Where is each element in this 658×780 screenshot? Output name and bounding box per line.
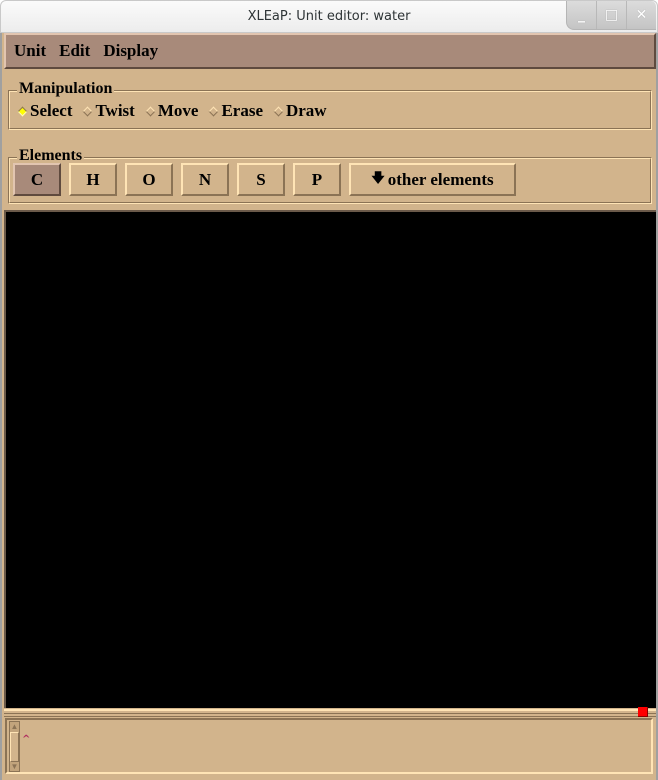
window-title: XLEaP: Unit editor: water	[247, 9, 411, 24]
radio-diamond-icon	[208, 106, 219, 116]
maximize-button[interactable]: □	[597, 1, 627, 29]
window-controls: _ □ ✕	[566, 1, 656, 30]
close-button[interactable]: ✕	[627, 1, 656, 29]
scroll-up-icon[interactable]: ▲	[10, 722, 19, 731]
radio-label: Draw	[285, 101, 327, 120]
menu-unit[interactable]: Unit	[14, 41, 46, 61]
scroll-thumb[interactable]	[10, 732, 19, 762]
molecule-canvas[interactable]	[4, 210, 656, 708]
radio-diamond-icon	[17, 106, 28, 116]
other-elements-label: other elements	[387, 169, 494, 189]
element-button-c[interactable]: C	[13, 163, 61, 196]
log-scrollbar[interactable]: ▲ ▼	[9, 721, 20, 772]
radio-diamond-icon	[273, 106, 284, 116]
unit-editor-window: Unit Edit Display Manipulation Select Tw…	[0, 33, 658, 780]
element-buttons: C H O N S P 🡇 other elements	[13, 163, 524, 196]
elements-group: Elements C H O N S P 🡇 other elements	[8, 147, 652, 204]
minimize-icon: _	[578, 7, 585, 23]
radio-select[interactable]: Select	[17, 101, 72, 121]
command-log-area[interactable]: ▲ ▼ ^	[5, 718, 653, 774]
close-icon: ✕	[635, 7, 648, 23]
text-caret: ^	[22, 734, 31, 745]
element-button-o[interactable]: O	[125, 163, 173, 196]
manipulation-legend: Manipulation	[17, 80, 115, 98]
maximize-icon: □	[604, 7, 619, 23]
element-button-n[interactable]: N	[181, 163, 229, 196]
other-elements-button[interactable]: 🡇 other elements	[349, 163, 516, 196]
radio-diamond-icon	[83, 106, 93, 116]
scroll-down-icon[interactable]: ▼	[10, 762, 19, 771]
element-button-s[interactable]: S	[237, 163, 285, 196]
radio-label: Select	[30, 101, 73, 120]
menu-edit[interactable]: Edit	[59, 41, 90, 61]
menubar: Unit Edit Display	[4, 33, 656, 69]
element-button-p[interactable]: P	[293, 163, 341, 196]
minimize-button[interactable]: _	[567, 1, 597, 29]
radio-move[interactable]: Move	[145, 101, 199, 121]
radio-label: Twist	[95, 101, 135, 120]
radio-diamond-icon	[145, 106, 156, 116]
menu-display[interactable]: Display	[103, 41, 158, 61]
manipulation-radio-group: Select Twist Move Erase Draw	[17, 101, 337, 121]
down-arrow-icon: 🡇	[371, 169, 385, 185]
radio-draw[interactable]: Draw	[273, 101, 327, 121]
window-titlebar: XLEaP: Unit editor: water _ □ ✕	[0, 0, 658, 33]
element-button-h[interactable]: H	[69, 163, 117, 196]
pane-separator[interactable]	[4, 709, 656, 717]
radio-label: Move	[157, 101, 199, 120]
status-indicator	[638, 707, 648, 717]
radio-twist[interactable]: Twist	[82, 101, 135, 121]
radio-erase[interactable]: Erase	[208, 101, 263, 121]
manipulation-group: Manipulation Select Twist Move Erase Dra…	[8, 80, 652, 130]
radio-label: Erase	[221, 101, 263, 120]
